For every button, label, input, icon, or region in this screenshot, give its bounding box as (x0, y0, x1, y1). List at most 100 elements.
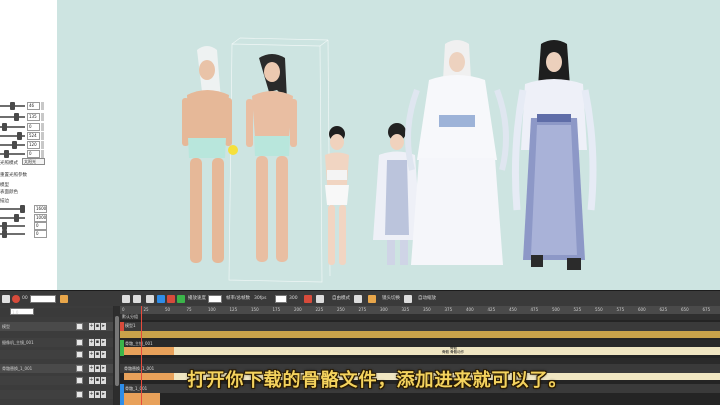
camera-switch-label[interactable]: 镜头切换 (382, 295, 400, 303)
slider-10-value[interactable]: 0 (34, 230, 47, 238)
slider-9-value[interactable]: 0 (34, 222, 47, 230)
spin-icon[interactable] (41, 113, 44, 121)
character-5[interactable] (405, 40, 509, 265)
slider-knob[interactable] (2, 123, 7, 131)
key-icon[interactable] (368, 295, 376, 303)
track-row-actions: + ▪ ▸ (89, 391, 111, 398)
slider-6[interactable]: 0 (0, 150, 57, 158)
character-6[interactable] (511, 40, 597, 270)
ruler-tick: 425 (487, 307, 496, 312)
stop-icon[interactable] (167, 295, 175, 303)
clip-label: 模型1 (125, 323, 136, 328)
track-header-row[interactable]: 摄像机_主镜_001 + ▪ ▸ (0, 338, 113, 347)
spin-icon[interactable] (41, 123, 44, 131)
timeline-menu-icon[interactable] (2, 295, 10, 303)
spin-icon[interactable] (41, 132, 44, 140)
auto-zoom-label[interactable]: 自动缩放 (418, 295, 436, 303)
expand-icon[interactable]: ▸ (101, 339, 106, 346)
slider-track (0, 217, 25, 219)
ruler-tick: 550 (595, 307, 603, 312)
timeline-ruler[interactable]: 0 25 50 75 100 125 150 175 200 225 250 275 300 325 350… (120, 306, 720, 314)
spin-icon[interactable] (41, 102, 44, 110)
grid-icon[interactable] (133, 295, 141, 303)
bone-clip-2[interactable] (124, 393, 160, 405)
slider-10[interactable]: 0 (0, 230, 57, 238)
3d-viewport[interactable] (57, 0, 720, 290)
slider-knob[interactable] (10, 102, 15, 110)
copy-icon[interactable]: ▪ (95, 323, 100, 330)
snap-icon[interactable] (122, 295, 130, 303)
free-mode-label[interactable]: 自由模式 (332, 295, 350, 303)
record-icon[interactable] (12, 295, 20, 303)
slider-5[interactable]: 120 (0, 141, 57, 149)
slider-4[interactable]: 524 (0, 132, 57, 140)
add-icon[interactable]: + (89, 339, 94, 346)
outline-label: 描边 (0, 199, 9, 204)
track-header-label: 模型 (2, 324, 10, 329)
camera-clip-extend[interactable]: 骨骼 骨骼 骨骼动作 (174, 346, 720, 355)
slider-1[interactable]: 46 (0, 102, 57, 110)
timeline-search-input[interactable] (30, 295, 56, 303)
slider-knob[interactable] (14, 214, 19, 222)
slider-2[interactable]: 135 (0, 113, 57, 121)
track-visibility-toggle[interactable] (76, 351, 83, 358)
camera-clip[interactable] (124, 347, 174, 355)
group-row: 默认分组 (120, 314, 720, 320)
add-icon[interactable]: + (89, 323, 94, 330)
slider-9[interactable]: 0 (0, 222, 57, 230)
slider-4-value[interactable]: 524 (27, 132, 40, 140)
copy-icon[interactable]: ▪ (95, 339, 100, 346)
counter-label: 00 (22, 296, 28, 301)
expand-icon[interactable]: ▸ (101, 351, 106, 358)
expand-icon[interactable]: ▸ (101, 391, 106, 398)
slider-6-value[interactable]: 0 (27, 150, 40, 158)
slider-knob[interactable] (17, 132, 22, 140)
slider-5-value[interactable]: 120 (27, 141, 40, 149)
keyframe-marker[interactable] (120, 322, 124, 331)
slider-2-value[interactable]: 135 (27, 113, 40, 121)
reset-lighting-label[interactable]: 重置光照参数 (0, 172, 27, 178)
ruler-tick: 650 (681, 307, 689, 312)
track-visibility-toggle[interactable] (76, 391, 83, 398)
slider-knob[interactable] (20, 205, 25, 213)
slider-knob[interactable] (2, 222, 7, 230)
spin-icon[interactable] (41, 150, 44, 158)
lock-icon[interactable] (354, 295, 362, 303)
copy-icon[interactable]: ▪ (95, 351, 100, 358)
slider-7-value[interactable]: 1600 (34, 205, 47, 213)
loop-icon[interactable] (177, 295, 185, 303)
character-2[interactable] (246, 54, 297, 262)
marker-icon[interactable] (304, 295, 312, 303)
slider-8-value[interactable]: 1000 (34, 214, 47, 222)
slider-7[interactable]: 1600 (0, 205, 57, 213)
track-header-row[interactable]: 模型 + ▪ ▸ (0, 322, 113, 331)
track-header-search[interactable]: 1.0 (0, 308, 113, 317)
filter-icon[interactable] (60, 295, 68, 303)
slider-knob[interactable] (4, 150, 9, 158)
slider-3[interactable]: 0 (0, 123, 57, 131)
video-subtitle: 打开你下载的骨骼文件，添加进来就可以了。 (187, 370, 568, 391)
camera-icon[interactable] (316, 295, 324, 303)
copy-icon[interactable]: ▪ (95, 391, 100, 398)
lighting-mode-dropdown[interactable]: 太阳光 (22, 158, 45, 165)
model-track[interactable]: 模型1 (120, 322, 720, 331)
slider-knob[interactable] (2, 230, 7, 238)
track-visibility-toggle[interactable] (76, 339, 83, 346)
model-clip-bar[interactable] (120, 331, 720, 338)
slider-1-value[interactable]: 46 (27, 102, 40, 110)
add-icon[interactable]: + (89, 351, 94, 358)
play-icon[interactable] (157, 295, 165, 303)
spin-icon[interactable] (41, 141, 44, 149)
slider-8[interactable]: 1000 (0, 214, 57, 222)
skip-back-icon[interactable] (146, 295, 154, 303)
add-icon[interactable]: + (89, 391, 94, 398)
slider-3-value[interactable]: 0 (27, 123, 40, 131)
track-visibility-toggle[interactable] (76, 323, 83, 330)
zoom-icon[interactable] (404, 295, 412, 303)
frame-total-input[interactable] (275, 295, 287, 303)
slider-knob[interactable] (14, 113, 19, 121)
slider-knob[interactable] (12, 141, 17, 149)
track-header-row[interactable]: + ▪ ▸ (0, 350, 113, 359)
expand-icon[interactable]: ▸ (101, 323, 106, 330)
playback-speed-input[interactable] (208, 295, 222, 303)
